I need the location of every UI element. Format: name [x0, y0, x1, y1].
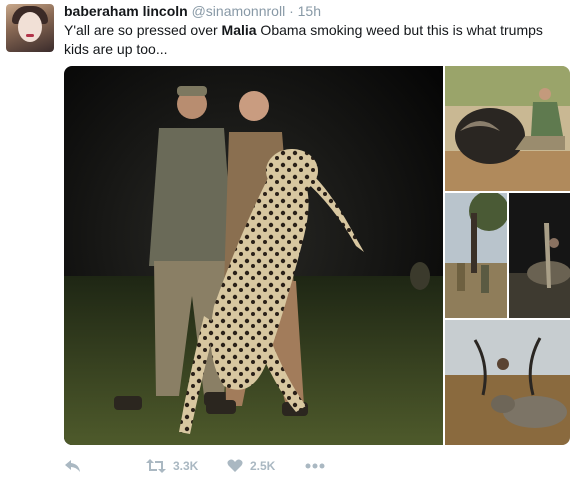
like-count: 2.5K — [250, 459, 276, 473]
heart-icon — [227, 459, 243, 473]
reply-icon — [64, 459, 82, 473]
photo-leopard-hunt[interactable] — [64, 66, 443, 445]
avatar-face — [18, 12, 42, 42]
more-dots-icon — [305, 463, 325, 469]
photo-night-hunt[interactable] — [509, 193, 570, 318]
retweet-count: 3.3K — [173, 459, 199, 473]
retweet-button[interactable]: 3.3K — [146, 455, 198, 477]
tweet-text: Y'all are so pressed over Malia Obama sm… — [64, 21, 564, 59]
tweet-text-bold: Malia — [221, 22, 257, 38]
media-grid — [64, 66, 570, 445]
avatar[interactable] — [6, 4, 54, 52]
tweet-card[interactable]: baberaham lincoln @sinamonnroll · 15h Y'… — [0, 0, 578, 484]
display-name[interactable]: baberaham lincoln — [64, 3, 188, 19]
tweet-actions: 3.3K 2.5K — [64, 455, 564, 477]
retweet-icon — [146, 459, 166, 473]
like-button[interactable]: 2.5K — [227, 455, 275, 477]
avatar-lips — [26, 34, 34, 37]
photo-buffalo-hunt[interactable] — [445, 66, 570, 191]
tweet-timestamp[interactable]: 15h — [298, 3, 321, 19]
reply-button[interactable] — [64, 455, 82, 477]
more-button[interactable] — [305, 455, 325, 477]
photo-tree-hunters[interactable] — [445, 193, 507, 318]
tweet-text-part1: Y'all are so pressed over — [64, 22, 222, 38]
user-handle[interactable]: @sinamonnroll — [192, 3, 286, 19]
photo-kudu-hunt[interactable] — [445, 320, 570, 445]
separator-dot: · — [289, 3, 294, 19]
tweet-header: baberaham lincoln @sinamonnroll · 15h — [64, 2, 321, 20]
